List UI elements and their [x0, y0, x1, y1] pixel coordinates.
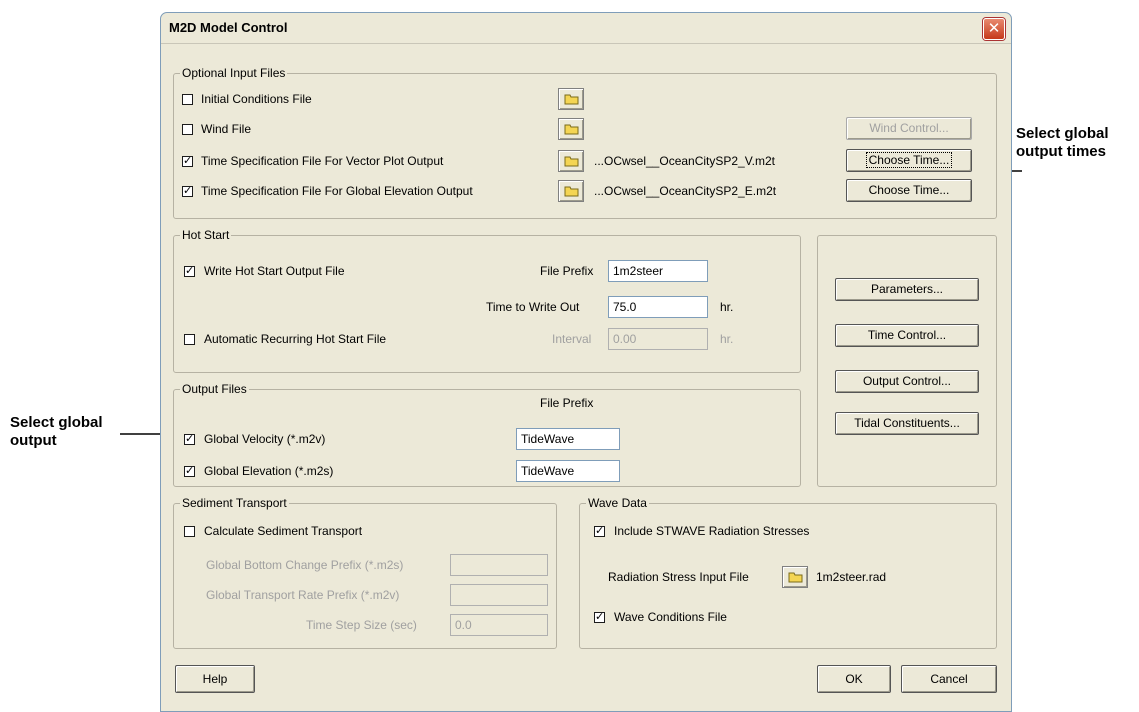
group-legend: Wave Data — [586, 496, 649, 510]
radiation-stress-file: 1m2steer.rad — [816, 570, 887, 584]
output-control-button[interactable]: Output Control... — [835, 370, 979, 393]
vector-plot-time-checkbox[interactable]: ✓ — [182, 156, 193, 167]
group-legend: Hot Start — [180, 228, 232, 242]
interval-input[interactable]: 0.00 — [608, 328, 708, 350]
time-to-write-label: Time to Write Out — [486, 300, 580, 314]
radiation-stress-browse-button[interactable] — [782, 566, 808, 588]
vector-plot-time-browse-button[interactable] — [558, 150, 584, 172]
folder-icon — [564, 156, 579, 167]
title-bar: M2D Model Control ✕ — [161, 13, 1011, 44]
radiation-stress-label: Radiation Stress Input File — [608, 570, 749, 584]
include-stwave-checkbox[interactable]: ✓ — [594, 526, 605, 537]
ok-button[interactable]: OK — [817, 665, 891, 693]
hot-start-prefix-input[interactable]: 1m2steer — [608, 260, 708, 282]
side-buttons-panel: Parameters... Time Control... Output Con… — [817, 235, 997, 487]
optional-input-files-group: Optional Input Files Initial Conditions … — [173, 66, 997, 219]
time-step-label: Time Step Size (sec) — [306, 618, 417, 632]
wave-data-group: Wave Data ✓ Include STWAVE Radiation Str… — [579, 496, 997, 649]
window-title: M2D Model Control — [169, 20, 288, 35]
help-button[interactable]: Help — [175, 665, 255, 693]
folder-icon — [564, 94, 579, 105]
recurring-hot-start-label: Automatic Recurring Hot Start File — [204, 332, 387, 346]
parameters-button[interactable]: Parameters... — [835, 278, 979, 301]
global-velocity-label: Global Velocity (*.m2v) — [204, 432, 326, 446]
bottom-change-input[interactable] — [450, 554, 548, 576]
initial-conditions-label: Initial Conditions File — [201, 92, 312, 106]
interval-label: Interval — [552, 332, 592, 346]
calculate-sediment-label: Calculate Sediment Transport — [204, 524, 363, 538]
transport-rate-label: Global Transport Rate Prefix (*.m2v) — [206, 588, 400, 602]
write-hot-start-label: Write Hot Start Output File — [204, 264, 345, 278]
wave-conditions-checkbox[interactable]: ✓ — [594, 612, 605, 623]
global-elevation-prefix-input[interactable]: TideWave — [516, 460, 620, 482]
group-legend: Optional Input Files — [180, 66, 288, 80]
choose-time-elevation-button[interactable]: Choose Time... — [846, 179, 972, 202]
tidal-constituents-button[interactable]: Tidal Constituents... — [835, 412, 979, 435]
vector-plot-time-file: ...OCwsel__OceanCitySP2_V.m2t — [594, 154, 775, 168]
interval-unit-label: hr. — [720, 332, 734, 346]
folder-icon — [788, 572, 803, 583]
wind-file-checkbox[interactable] — [182, 124, 193, 135]
wind-control-button[interactable]: Wind Control... — [846, 117, 972, 140]
output-file-prefix-header: File Prefix — [540, 396, 594, 410]
annotation-global-output: Select global output — [10, 414, 103, 449]
group-legend: Output Files — [180, 382, 249, 396]
wind-file-browse-button[interactable] — [558, 118, 584, 140]
recurring-hot-start-checkbox[interactable] — [184, 334, 195, 345]
time-unit-label: hr. — [720, 300, 734, 314]
close-icon[interactable]: ✕ — [983, 18, 1005, 40]
write-hot-start-checkbox[interactable]: ✓ — [184, 266, 195, 277]
calculate-sediment-checkbox[interactable] — [184, 526, 195, 537]
bottom-change-label: Global Bottom Change Prefix (*.m2s) — [206, 558, 404, 572]
global-elevation-time-file: ...OCwsel__OceanCitySP2_E.m2t — [594, 184, 777, 198]
output-files-group: Output Files File Prefix ✓ Global Veloci… — [173, 382, 801, 487]
folder-icon — [564, 124, 579, 135]
global-elevation-time-label: Time Specification File For Global Eleva… — [201, 184, 473, 198]
global-velocity-checkbox[interactable]: ✓ — [184, 434, 195, 445]
wave-conditions-label: Wave Conditions File — [614, 610, 727, 624]
transport-rate-input[interactable] — [450, 584, 548, 606]
include-stwave-label: Include STWAVE Radiation Stresses — [614, 524, 810, 538]
cancel-button[interactable]: Cancel — [901, 665, 997, 693]
global-velocity-prefix-input[interactable]: TideWave — [516, 428, 620, 450]
group-legend: Sediment Transport — [180, 496, 289, 510]
folder-icon — [564, 186, 579, 197]
global-elevation-time-checkbox[interactable]: ✓ — [182, 186, 193, 197]
model-control-dialog: M2D Model Control ✕ Optional Input Files… — [160, 12, 1012, 712]
initial-conditions-browse-button[interactable] — [558, 88, 584, 110]
hot-start-group: Hot Start ✓ Write Hot Start Output File … — [173, 228, 801, 373]
annotation-output-times: Select global output times — [1016, 125, 1109, 160]
hot-start-prefix-label: File Prefix — [540, 264, 594, 278]
initial-conditions-checkbox[interactable] — [182, 94, 193, 105]
wind-file-label: Wind File — [201, 122, 252, 136]
global-elevation-label: Global Elevation (*.m2s) — [204, 464, 334, 478]
global-elevation-time-browse-button[interactable] — [558, 180, 584, 202]
sediment-transport-group: Sediment Transport Calculate Sediment Tr… — [173, 496, 557, 649]
time-control-button[interactable]: Time Control... — [835, 324, 979, 347]
time-step-input[interactable]: 0.0 — [450, 614, 548, 636]
global-elevation-checkbox[interactable]: ✓ — [184, 466, 195, 477]
choose-time-vector-button[interactable]: Choose Time... — [846, 149, 972, 172]
time-to-write-input[interactable]: 75.0 — [608, 296, 708, 318]
vector-plot-time-label: Time Specification File For Vector Plot … — [201, 154, 444, 168]
